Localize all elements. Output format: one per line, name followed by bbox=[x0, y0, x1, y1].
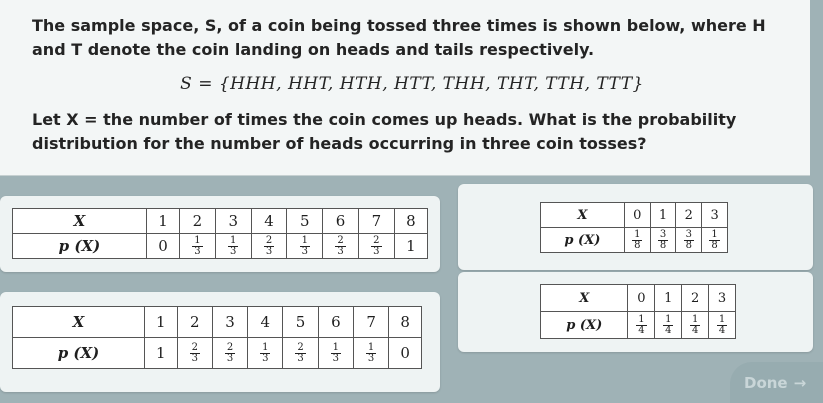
table-cell: 3 bbox=[701, 202, 728, 228]
table-cell: 5 bbox=[286, 208, 324, 234]
table-cell: 14 bbox=[681, 311, 710, 339]
table-cell: 6 bbox=[322, 208, 359, 234]
arrow-right-icon: → bbox=[793, 373, 807, 392]
table-cell: 2 bbox=[681, 284, 710, 312]
table-cell: 4 bbox=[250, 208, 288, 234]
table-cell: 13 bbox=[214, 233, 252, 259]
table-cell: 14 bbox=[708, 311, 736, 339]
table-cell: 1 bbox=[143, 306, 178, 338]
table-cell: 23 bbox=[357, 233, 395, 259]
done-label: Done bbox=[744, 373, 788, 392]
distribution-table-d[interactable]: X0123p (X) 1 4 1 4 1 4 1 4 bbox=[539, 284, 736, 339]
table-cell: 23 bbox=[282, 337, 319, 369]
table-cell: 13 bbox=[352, 337, 390, 369]
table-cell: 18 bbox=[701, 227, 728, 253]
table-cell: 0 bbox=[627, 284, 656, 312]
table-cell: 13 bbox=[179, 233, 216, 259]
table-p-row: p (X) 1 8 3 8 3 8 1 8 bbox=[540, 227, 728, 253]
table-header-cell: p (X) bbox=[540, 227, 625, 253]
table-cell: 2 bbox=[176, 306, 213, 338]
table-cell: 1 bbox=[393, 233, 429, 259]
table-cell: 0 bbox=[388, 337, 422, 369]
distribution-table-c[interactable]: X12345678p (X) 1 2 3 2 3 1 3 2 3 1 3 1 3 0 bbox=[12, 306, 422, 369]
table-x-row: X12345678 bbox=[12, 208, 429, 234]
table-cell: 23 bbox=[211, 337, 249, 369]
table-cell: 38 bbox=[675, 227, 703, 253]
table-x-row: X12345678 bbox=[12, 306, 422, 338]
table-cell: 6 bbox=[317, 306, 354, 338]
table-header-cell: p (X) bbox=[12, 337, 145, 369]
table-cell: 3 bbox=[211, 306, 249, 338]
table-cell: 7 bbox=[357, 208, 395, 234]
table-header-cell: p (X) bbox=[12, 233, 147, 259]
table-p-row: p (X) 1 2 3 2 3 1 3 2 3 1 3 1 3 0 bbox=[12, 337, 422, 369]
table-cell: 23 bbox=[176, 337, 213, 369]
table-cell: 14 bbox=[627, 311, 656, 339]
question-prompt: Let X = the number of times the coin com… bbox=[32, 110, 737, 153]
table-cell: 2 bbox=[675, 202, 703, 228]
table-cell: 13 bbox=[286, 233, 324, 259]
question-card: The sample space, S, of a coin being tos… bbox=[0, 0, 810, 176]
table-header-cell: X bbox=[12, 208, 147, 234]
table-p-row: p (X) 1 4 1 4 1 4 1 4 bbox=[539, 311, 736, 339]
sample-space: S = {HHH, HHT, HTH, HTT, THH, THT, TTH, … bbox=[180, 74, 644, 94]
table-cell: 23 bbox=[322, 233, 359, 259]
table-p-row: p (X) 0 1 3 1 3 2 3 1 3 2 3 2 3 1 bbox=[12, 233, 429, 259]
table-header-cell: X bbox=[539, 284, 629, 312]
table-cell: 3 bbox=[708, 284, 736, 312]
table-header-cell: X bbox=[12, 306, 145, 338]
distribution-table-a[interactable]: X12345678p (X) 0 1 3 1 3 2 3 1 3 2 3 2 3 1 bbox=[12, 208, 429, 259]
table-cell: 7 bbox=[352, 306, 390, 338]
table-cell: 3 bbox=[214, 208, 252, 234]
table-cell: 4 bbox=[247, 306, 284, 338]
table-cell: 0 bbox=[145, 233, 181, 259]
table-cell: 1 bbox=[654, 284, 683, 312]
table-cell: 23 bbox=[250, 233, 288, 259]
table-header-cell: p (X) bbox=[539, 311, 629, 339]
table-header-cell: X bbox=[540, 202, 625, 228]
distribution-table-b[interactable]: X0123p (X) 1 8 3 8 3 8 1 8 bbox=[540, 202, 728, 253]
table-x-row: X0123 bbox=[539, 284, 736, 312]
table-cell: 1 bbox=[649, 202, 677, 228]
question-intro: The sample space, S, of a coin being tos… bbox=[32, 16, 766, 59]
table-cell: 8 bbox=[388, 306, 422, 338]
table-cell: 18 bbox=[623, 227, 651, 253]
table-cell: 5 bbox=[282, 306, 319, 338]
table-cell: 0 bbox=[623, 202, 651, 228]
table-cell: 1 bbox=[143, 337, 178, 369]
table-cell: 13 bbox=[317, 337, 354, 369]
table-cell: 2 bbox=[179, 208, 216, 234]
table-x-row: X0123 bbox=[540, 202, 728, 228]
table-cell: 1 bbox=[145, 208, 181, 234]
table-cell: 14 bbox=[654, 311, 683, 339]
table-cell: 8 bbox=[393, 208, 429, 234]
table-cell: 38 bbox=[649, 227, 677, 253]
done-button[interactable]: Done → bbox=[730, 362, 823, 403]
table-cell: 13 bbox=[247, 337, 284, 369]
